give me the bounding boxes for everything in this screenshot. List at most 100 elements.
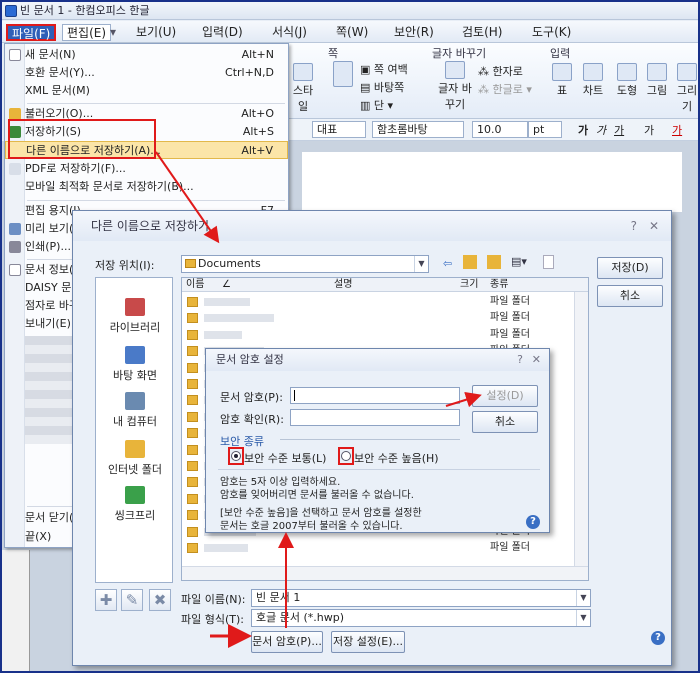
recent-files-list	[25, 336, 75, 444]
properties-icon[interactable]	[543, 255, 554, 269]
filetype-select[interactable]: 호글 문서 (*.hwp) ▼	[251, 609, 591, 627]
place-library[interactable]: 라이브러리	[96, 298, 174, 335]
menu-file[interactable]: 파일(F)	[6, 24, 57, 41]
password-input[interactable]	[290, 387, 460, 404]
char-change-button[interactable]: 글자 바꾸기	[438, 61, 472, 112]
folder-icon	[187, 346, 198, 357]
folder-icon	[187, 444, 198, 455]
style-button[interactable]: 스타일	[288, 63, 318, 114]
chart-icon	[583, 63, 603, 81]
underline-button[interactable]: 가	[614, 122, 624, 138]
page-icon[interactable]	[332, 61, 354, 88]
font-size-input[interactable]: 10.0	[472, 121, 528, 138]
security-normal-radio[interactable]	[231, 451, 241, 461]
font-color-button[interactable]: 가	[672, 122, 682, 138]
menu-item-compat[interactable]: 호환 문서(Y)... Ctrl+N,D	[5, 64, 288, 82]
table-button[interactable]: 표	[550, 63, 574, 98]
chart-button[interactable]: 차트	[580, 63, 606, 98]
background-button[interactable]: ▤ 바탕쪽	[360, 79, 404, 95]
list-item[interactable]: 파일 폴더	[182, 294, 574, 310]
column-name[interactable]: 이름	[186, 278, 204, 292]
menu-review[interactable]: 검토(H)	[458, 24, 506, 41]
new-folder-icon[interactable]	[487, 255, 501, 269]
place-internet-folder[interactable]: 인터넷 폴더	[96, 440, 174, 477]
chevron-down-icon[interactable]: ▾	[106, 24, 120, 41]
column-button[interactable]: ▥ 단 ▾	[360, 97, 393, 113]
window-titlebar: 빈 문서 1 - 한컴오피스 한글	[2, 2, 698, 20]
security-high-label[interactable]: 보안 수준 높음(H)	[354, 450, 439, 466]
save-button[interactable]: 저장(D)	[597, 257, 663, 279]
bold-button[interactable]: 가	[578, 122, 588, 138]
shape-button[interactable]: 도형	[614, 63, 640, 98]
list-item[interactable]: 파일 폴더	[182, 310, 574, 326]
password-confirm-input[interactable]	[290, 409, 460, 426]
edit-place-button[interactable]: ✎	[121, 589, 143, 611]
cancel-button[interactable]: 취소	[597, 285, 663, 307]
thinkfree-icon	[125, 486, 145, 504]
place-thinkfree[interactable]: 씽크프리	[96, 486, 174, 523]
help-icon[interactable]: ?	[631, 211, 637, 241]
file-name	[204, 330, 242, 339]
place-my-computer[interactable]: 내 컴퓨터	[96, 392, 174, 429]
menu-view[interactable]: 보기(U)	[132, 24, 180, 41]
menubar: 파일(F) 편집(E) ▾ 보기(U) 입력(D) 서식(J) 쪽(W) 보안(…	[2, 21, 698, 43]
vertical-scrollbar[interactable]	[574, 292, 588, 568]
menu-format[interactable]: 서식(J)	[268, 24, 311, 41]
security-high-radio[interactable]	[341, 451, 351, 461]
add-place-button[interactable]: ✚	[95, 589, 117, 611]
place-desktop[interactable]: 바탕 화면	[96, 346, 174, 383]
menu-insert[interactable]: 입력(D)	[198, 24, 247, 41]
hwp-app-icon	[5, 5, 17, 17]
pdf-icon	[9, 163, 21, 175]
hangul-button[interactable]: ⁂ 한글로 ▾	[478, 81, 532, 97]
set-password-button[interactable]: 설정(D)	[472, 385, 538, 407]
menu-item-xml[interactable]: XML 문서(M)	[5, 82, 288, 100]
save-location-select[interactable]: Documents ▼	[181, 255, 429, 273]
save-items-highlight	[8, 119, 156, 159]
security-normal-label[interactable]: 보안 수준 보통(L)	[244, 450, 326, 466]
folder-icon	[187, 493, 198, 504]
screenshot-frame: 빈 문서 1 - 한컴오피스 한글 파일(F) 편집(E) ▾ 보기(U) 입력…	[0, 0, 700, 673]
font-select[interactable]: 함초롬바탕	[372, 121, 464, 138]
password-confirm-label: 암호 확인(R):	[220, 413, 284, 426]
draw-button[interactable]: 그리기	[672, 63, 698, 114]
delete-place-button[interactable]: ✖	[149, 589, 171, 611]
strike-button[interactable]: 가	[644, 122, 654, 138]
list-item[interactable]: 파일 폴더	[182, 540, 574, 556]
folder-icon	[187, 297, 198, 307]
menu-edit[interactable]: 편집(E)	[62, 24, 112, 41]
menu-item-save-mobile[interactable]: 모바일 최적화 문서로 저장하기(B)...	[5, 178, 288, 196]
back-icon[interactable]: ⇦	[443, 257, 452, 270]
up-folder-icon[interactable]	[463, 255, 477, 269]
menu-page[interactable]: 쪽(W)	[332, 24, 372, 41]
help-icon[interactable]: ?	[517, 349, 523, 371]
style-select[interactable]: 대표	[312, 121, 366, 138]
document-page[interactable]	[302, 152, 682, 212]
help-icon[interactable]: ?	[651, 631, 665, 645]
menu-tools[interactable]: 도구(K)	[528, 24, 575, 41]
filename-input[interactable]: 빈 문서 1 ▼	[251, 589, 591, 607]
list-item[interactable]: 파일 폴더	[182, 327, 574, 343]
password-cancel-button[interactable]: 취소	[472, 411, 538, 433]
hanja-button[interactable]: ⁂ 한자로	[478, 63, 523, 79]
close-icon[interactable]: ✕	[532, 349, 541, 371]
close-icon[interactable]: ✕	[649, 211, 659, 241]
page-margin-button[interactable]: ▣ 쪽 여백	[360, 61, 408, 77]
menu-security[interactable]: 보안(R)	[390, 24, 438, 41]
column-desc[interactable]: 설명	[334, 278, 352, 292]
font-unit-select[interactable]: pt	[528, 121, 562, 138]
view-menu-icon[interactable]: ▤▾	[511, 255, 527, 268]
menu-item-save-pdf[interactable]: PDF로 저장하기(F)...	[5, 160, 288, 178]
menu-item-new[interactable]: 새 문서(N) Alt+N	[5, 46, 288, 64]
horizontal-scrollbar[interactable]	[182, 566, 588, 580]
help-icon[interactable]: ?	[526, 515, 540, 529]
column-size[interactable]: 크기	[460, 278, 478, 292]
column-type[interactable]: 종류	[490, 278, 508, 292]
picture-button[interactable]: 그림	[644, 63, 670, 98]
document-password-button[interactable]: 문서 암호(P)...	[251, 631, 323, 653]
ribbon-group-char-change: 글자 바꾸기	[432, 47, 487, 60]
folder-icon	[187, 526, 198, 537]
save-settings-button[interactable]: 저장 설정(E)...	[331, 631, 405, 653]
italic-button[interactable]: 가	[596, 122, 606, 138]
printer-icon	[9, 241, 21, 253]
